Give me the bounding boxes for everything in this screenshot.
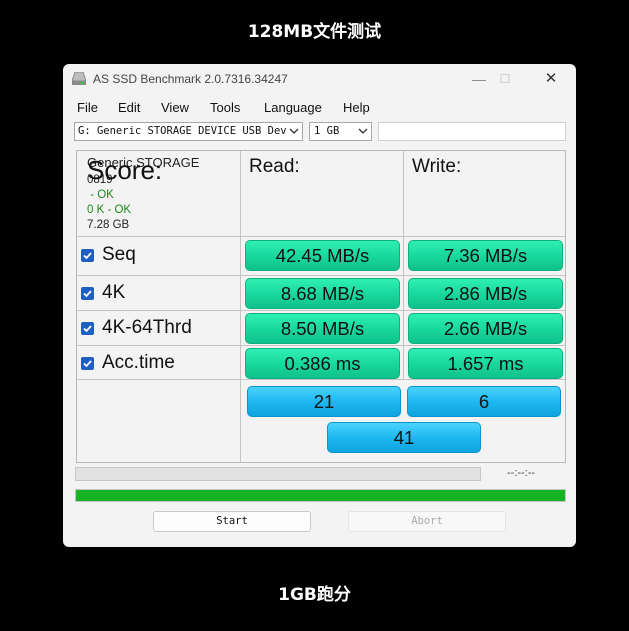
chevron-down-icon bbox=[358, 128, 368, 134]
device-select-value: G: Generic STORAGE DEVICE USB Dev bbox=[78, 125, 287, 137]
check-icon bbox=[83, 324, 92, 332]
4k-write-result: 2.86 MB/s bbox=[408, 278, 563, 309]
elapsed-time: --:--:-- bbox=[507, 467, 536, 479]
size-select-value: 1 GB bbox=[314, 125, 340, 137]
read-header: Read: bbox=[249, 156, 300, 177]
menu-help[interactable]: Help bbox=[343, 100, 370, 115]
close-button[interactable]: ✕ bbox=[537, 69, 565, 89]
test-label: 4K-64Thrd bbox=[102, 317, 192, 338]
acc-time-read-result: 0.386 ms bbox=[245, 348, 400, 379]
check-icon bbox=[83, 289, 92, 297]
window-title: AS SSD Benchmark 2.0.7316.34247 bbox=[93, 72, 288, 86]
checkbox-4k-64thrd[interactable] bbox=[81, 321, 94, 335]
test-label: Seq bbox=[102, 244, 136, 265]
test-acc-time[interactable]: Acc.time bbox=[81, 348, 175, 378]
drive-capacity: 7.28 GB bbox=[87, 219, 130, 231]
menu-view[interactable]: View bbox=[161, 100, 189, 115]
start-button[interactable]: Start bbox=[153, 511, 311, 532]
4k-64thrd-read-result: 8.50 MB/s bbox=[245, 313, 400, 344]
as-ssd-window: AS SSD Benchmark 2.0.7316.34247 — ☐ ✕ Fi… bbox=[63, 64, 576, 547]
checkbox-seq[interactable] bbox=[81, 248, 94, 262]
score-total: 41 bbox=[327, 422, 481, 453]
drive-status-ok: - OK bbox=[87, 189, 114, 201]
write-header: Write: bbox=[412, 156, 462, 177]
maximize-button[interactable]: ☐ bbox=[491, 69, 519, 89]
test-4k[interactable]: 4K bbox=[81, 278, 125, 308]
test-label: Acc.time bbox=[102, 352, 175, 373]
disk-app-icon bbox=[72, 72, 86, 85]
minimize-button[interactable]: — bbox=[465, 69, 493, 89]
4k-read-result: 8.68 MB/s bbox=[245, 278, 400, 309]
menu-file[interactable]: File bbox=[77, 100, 98, 115]
extra-field[interactable] bbox=[378, 122, 566, 141]
divider bbox=[77, 345, 565, 346]
menu-bar: File Edit View Tools Language Help bbox=[63, 98, 576, 118]
menu-tools[interactable]: Tools bbox=[210, 100, 240, 115]
drive-alignment-ok: 0 K - OK bbox=[87, 204, 132, 216]
menu-language[interactable]: Language bbox=[264, 100, 322, 115]
score-read: 21 bbox=[247, 386, 401, 417]
test-label: 4K bbox=[102, 282, 126, 303]
overall-progress-bar bbox=[75, 489, 566, 502]
divider bbox=[77, 236, 565, 237]
title-bar[interactable]: AS SSD Benchmark 2.0.7316.34247 — ☐ ✕ bbox=[63, 64, 576, 94]
bottom-caption: 1GB跑分 bbox=[278, 585, 351, 605]
test-seq[interactable]: Seq bbox=[81, 240, 136, 270]
4k-64thrd-write-result: 2.66 MB/s bbox=[408, 313, 563, 344]
score-label: Score: bbox=[87, 155, 163, 185]
divider bbox=[77, 275, 565, 276]
score-write: 6 bbox=[407, 386, 561, 417]
chevron-down-icon bbox=[289, 128, 299, 134]
acc-time-write-result: 1.657 ms bbox=[408, 348, 563, 379]
checkbox-acc-time[interactable] bbox=[81, 356, 94, 370]
results-grid: Generic STORAGE 0819 - OK 0 K - OK 7.28 … bbox=[76, 150, 566, 463]
test-progress-bar bbox=[75, 467, 481, 481]
divider bbox=[240, 151, 241, 462]
divider bbox=[77, 379, 565, 380]
checkbox-4k[interactable] bbox=[81, 286, 94, 300]
seq-read-result: 42.45 MB/s bbox=[245, 240, 400, 271]
device-select[interactable]: G: Generic STORAGE DEVICE USB Dev bbox=[74, 122, 303, 141]
menu-edit[interactable]: Edit bbox=[118, 100, 140, 115]
divider bbox=[77, 310, 565, 311]
overall-progress-fill bbox=[76, 490, 565, 501]
seq-write-result: 7.36 MB/s bbox=[408, 240, 563, 271]
check-icon bbox=[83, 251, 92, 259]
abort-button[interactable]: Abort bbox=[348, 511, 506, 532]
size-select[interactable]: 1 GB bbox=[309, 122, 372, 141]
check-icon bbox=[83, 359, 92, 367]
top-caption: 128MB文件测试 bbox=[247, 22, 382, 42]
test-4k-64thrd[interactable]: 4K-64Thrd bbox=[81, 313, 192, 343]
